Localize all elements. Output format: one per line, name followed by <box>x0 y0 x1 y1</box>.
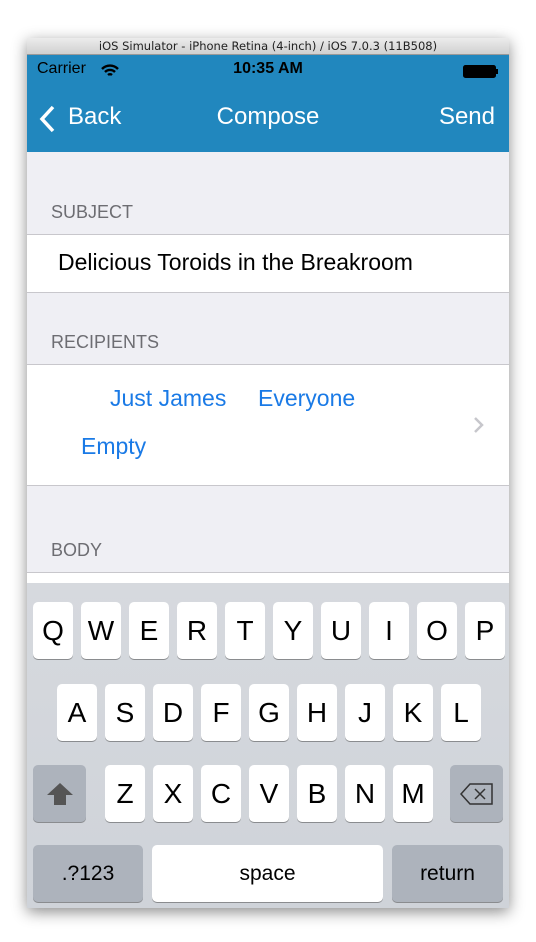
body-header: BODY <box>51 540 103 560</box>
key-w[interactable]: W <box>81 602 121 659</box>
key-p[interactable]: P <box>465 602 505 659</box>
key-b[interactable]: B <box>297 765 337 822</box>
key-u[interactable]: U <box>321 602 361 659</box>
subject-cell[interactable]: Delicious Toroids in the Breakroom <box>27 234 509 293</box>
recipient-option-everyone[interactable]: Everyone <box>258 385 355 412</box>
key-g[interactable]: G <box>249 684 289 741</box>
key-t[interactable]: T <box>225 602 265 659</box>
back-button[interactable]: Back <box>39 103 129 135</box>
subject-header: SUBJECT <box>51 202 134 222</box>
key-m[interactable]: M <box>393 765 433 822</box>
key-v[interactable]: V <box>249 765 289 822</box>
key-s[interactable]: S <box>105 684 145 741</box>
key-h[interactable]: H <box>297 684 337 741</box>
chevron-left-icon <box>39 105 55 133</box>
shift-arrow-icon <box>46 783 73 805</box>
recipient-option-just-james[interactable]: Just James <box>110 385 226 412</box>
key-r[interactable]: R <box>177 602 217 659</box>
key-n[interactable]: N <box>345 765 385 822</box>
key-l[interactable]: L <box>441 684 481 741</box>
key-a[interactable]: A <box>57 684 97 741</box>
recipients-header: RECIPIENTS <box>51 332 160 352</box>
return-key[interactable]: return <box>392 845 503 902</box>
key-k[interactable]: K <box>393 684 433 741</box>
key-j[interactable]: J <box>345 684 385 741</box>
key-i[interactable]: I <box>369 602 409 659</box>
key-y[interactable]: Y <box>273 602 313 659</box>
chevron-right-icon <box>474 417 484 433</box>
send-button[interactable]: Send <box>439 103 495 131</box>
subject-field[interactable]: Delicious Toroids in the Breakroom <box>58 249 413 276</box>
recipients-cell[interactable]: Just James Everyone Empty <box>27 364 509 486</box>
key-e[interactable]: E <box>129 602 169 659</box>
status-time: 10:35 AM <box>233 60 303 77</box>
simulator-window: iOS Simulator - iPhone Retina (4-inch) /… <box>27 38 509 908</box>
recipient-option-empty[interactable]: Empty <box>81 433 146 460</box>
delete-key[interactable] <box>450 765 503 822</box>
back-label: Back <box>68 103 122 130</box>
key-f[interactable]: F <box>201 684 241 741</box>
space-key[interactable]: space <box>152 845 383 902</box>
key-x[interactable]: X <box>153 765 193 822</box>
battery-icon <box>463 65 498 78</box>
key-q[interactable]: Q <box>33 602 73 659</box>
keyboard: .?123 space return QWERTYUIOP ASDFGHJKL ZX… <box>27 583 509 908</box>
backspace-icon <box>459 783 493 805</box>
key-d[interactable]: D <box>153 684 193 741</box>
key-c[interactable]: C <box>201 765 241 822</box>
key-o[interactable]: O <box>417 602 457 659</box>
navigation-bar: Carrier 10:35 AM Back Compose Send <box>27 55 509 152</box>
key-z[interactable]: Z <box>105 765 145 822</box>
numbers-key[interactable]: .?123 <box>33 845 143 902</box>
window-title: iOS Simulator - iPhone Retina (4-inch) /… <box>27 38 509 55</box>
shift-key[interactable] <box>33 765 86 822</box>
